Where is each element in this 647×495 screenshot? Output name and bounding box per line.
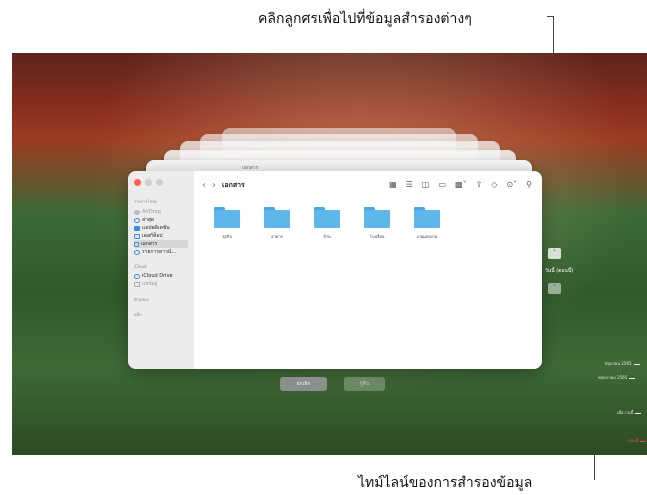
finder-toolbar: ‹ › เอกสาร ▦ ☰ ◫ ▭ ▩˅ ⇧ ◇ ⊙˅ ⚲	[194, 171, 542, 199]
folder-label: ธุรกิจ	[222, 234, 232, 239]
list-view-icon[interactable]: ☰	[406, 180, 413, 189]
sidebar-item-applications[interactable]: แอปพลิเคชั่น	[134, 224, 194, 232]
cloud-icon	[134, 273, 140, 279]
tag-icon[interactable]: ◇	[491, 180, 497, 189]
document-icon	[134, 241, 139, 247]
applications-icon	[134, 225, 140, 231]
sidebar-item-icloud-drive[interactable]: iCloud Drive	[134, 272, 194, 280]
callout-timeline: ไทม์ไลน์ของการสำรองข้อมูล	[358, 475, 533, 491]
sidebar-item-shared[interactable]: แชร์อยู่	[134, 280, 194, 288]
folder-label: โรงเรียน	[369, 234, 385, 239]
sidebar-item-desktop[interactable]: เดสก์ท็อป	[134, 232, 194, 240]
folder-label: อาหาร	[271, 234, 283, 239]
sidebar-item-label: ล่าสุด	[142, 217, 155, 223]
folder-label: บ้าน	[323, 234, 331, 239]
sidebar-item-airdrop[interactable]: AirDrop	[134, 208, 194, 216]
timeline-label: มิถุนายน 2565	[605, 361, 632, 366]
minimize-button[interactable]	[145, 179, 152, 186]
timeline-entry[interactable]: ตอนนี้	[628, 437, 647, 444]
window-controls	[134, 179, 194, 186]
forward-button[interactable]: ›	[212, 180, 216, 191]
timeline-entry[interactable]: พฤษภาคม 2565	[598, 374, 636, 381]
sidebar-section-icloud: iCloud	[134, 264, 147, 269]
folder-grid: ธุรกิจ อาหาร บ้าน โรงเรียน งานแต่งงาน	[194, 199, 542, 369]
back-button[interactable]: ‹	[202, 180, 206, 191]
sidebar-item-label: เดสก์ท็อป	[142, 233, 163, 239]
sidebar-item-label: iCloud Drive	[142, 273, 173, 279]
sidebar-section-tags: แท็ก	[134, 312, 142, 317]
sidebar-item-label: แชร์อยู่	[142, 281, 158, 287]
timeline-entry[interactable]: เมื่อวานนี้	[617, 409, 642, 416]
sidebar-item-label: แอปพลิเคชั่น	[142, 225, 170, 231]
timeline-label: พฤษภาคม 2565	[598, 375, 628, 380]
folder-icon	[314, 207, 340, 228]
folder-item[interactable]: อาหาร	[252, 207, 302, 369]
chevron-down-icon[interactable]: ˅	[548, 283, 561, 294]
folder-icon	[364, 207, 390, 228]
sidebar-item-documents[interactable]: เอกสาร	[134, 240, 188, 248]
group-icon[interactable]: ▩˅	[455, 180, 467, 189]
callout-arrows: คลิกลูกศรเพื่อไปที่ข้อมูลสำรองต่างๆ	[258, 11, 472, 27]
sidebar-item-label: AirDrop	[142, 209, 161, 215]
restore-button[interactable]: กู้คืน	[344, 377, 385, 391]
share-icon[interactable]: ⇧	[476, 180, 483, 189]
clock-icon	[134, 217, 140, 223]
airdrop-icon	[134, 209, 140, 215]
download-icon	[134, 249, 140, 255]
window-title: เอกสาร	[222, 180, 245, 189]
shared-folder-icon	[134, 281, 140, 287]
current-backup-label: วันนี้ (ตอนนี้)	[545, 268, 574, 274]
folder-item[interactable]: โรงเรียน	[352, 207, 402, 369]
sidebar-item-recents[interactable]: ล่าสุด	[134, 216, 194, 224]
folder-icon	[214, 207, 240, 228]
folder-icon	[414, 207, 440, 228]
close-button[interactable]	[134, 179, 141, 186]
column-view-icon[interactable]: ◫	[422, 180, 430, 189]
finder-sidebar: รายการโปรด AirDrop ล่าสุด แอปพลิเคชั่น เ…	[128, 171, 194, 369]
zoom-button[interactable]	[156, 179, 163, 186]
sidebar-section-locations: ตำแหน่ง	[134, 297, 149, 302]
sidebar-item-downloads[interactable]: รายการดาวน์...	[134, 248, 194, 256]
finder-window: รายการโปรด AirDrop ล่าสุด แอปพลิเคชั่น เ…	[128, 171, 542, 369]
folder-item[interactable]: ธุรกิจ	[202, 207, 252, 369]
more-actions-icon[interactable]: ⊙˅	[506, 180, 517, 189]
sidebar-section-favorites: รายการโปรด	[134, 199, 157, 204]
timeline-entry[interactable]: มิถุนายน 2565	[605, 360, 640, 367]
folder-item[interactable]: งานแต่งงาน	[402, 207, 452, 369]
toolbar-icons: ▦ ☰ ◫ ▭ ▩˅ ⇧ ◇ ⊙˅ ⚲	[389, 180, 532, 189]
desktop-icon	[134, 233, 140, 239]
folder-item[interactable]: บ้าน	[302, 207, 352, 369]
cancel-button[interactable]: ยกเลิก	[280, 377, 327, 391]
chevron-up-icon[interactable]: ˄	[548, 248, 561, 259]
folder-icon	[264, 207, 290, 228]
folder-label: งานแต่งงาน	[416, 234, 438, 239]
timeline-label: ตอนนี้	[628, 438, 639, 443]
search-icon[interactable]: ⚲	[526, 180, 532, 189]
sidebar-item-label: รายการดาวน์...	[142, 249, 176, 255]
gallery-view-icon[interactable]: ▭	[438, 180, 446, 189]
timeline-label: เมื่อวานนี้	[617, 410, 634, 415]
sidebar-item-label: เอกสาร	[141, 241, 158, 247]
icon-view-icon[interactable]: ▦	[389, 180, 397, 189]
